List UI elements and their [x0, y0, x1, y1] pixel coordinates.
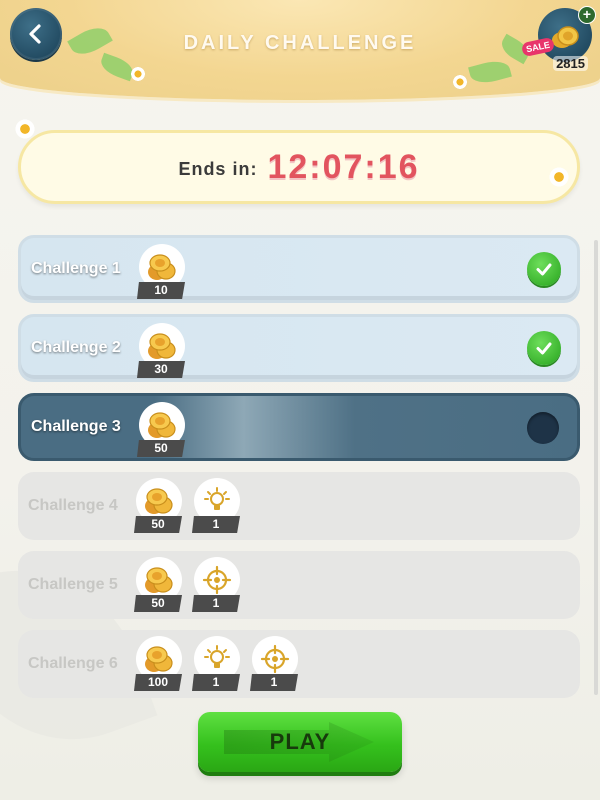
checkmark-icon [527, 252, 561, 286]
reward-item: 1 [250, 636, 298, 692]
reward-item: 1 [192, 478, 240, 534]
reward-item: 1 [192, 636, 240, 692]
page-title: DAILY CHALLENGE [183, 32, 417, 54]
play-button[interactable]: PLAY [198, 712, 402, 772]
flower-decoration [548, 166, 570, 188]
coin-balance: 2815 [553, 56, 588, 71]
checkmark-icon [527, 331, 561, 365]
leaf-decoration [468, 57, 512, 87]
challenge-label: Challenge 3 [31, 418, 121, 435]
challenge-row[interactable]: Challenge 2 30 [18, 314, 580, 382]
reward-amount: 30 [137, 361, 185, 378]
reward-amount: 1 [192, 595, 240, 612]
timer-label: Ends in: [178, 158, 258, 179]
challenge-row[interactable]: Challenge 6 100 1 1 [18, 630, 580, 698]
reward-amount: 50 [134, 516, 182, 533]
flower-decoration [452, 74, 468, 90]
challenge-label: Challenge 1 [31, 260, 121, 277]
challenge-row[interactable]: Challenge 1 10 [18, 235, 580, 303]
reward-amount: 50 [134, 595, 182, 612]
reward-amount: 10 [137, 282, 185, 299]
reward-item: 50 [134, 557, 182, 613]
reward-item: 30 [137, 323, 185, 379]
reward-amount: 1 [250, 674, 298, 691]
flower-decoration [130, 66, 146, 82]
challenge-timer: Ends in: 12:07:16 [18, 130, 580, 204]
play-button-label: PLAY [269, 729, 331, 754]
challenge-label: Challenge 2 [31, 339, 121, 356]
timer-countdown: 12:07:16 [267, 147, 420, 186]
plus-icon[interactable]: + [578, 6, 596, 24]
challenge-row[interactable]: Challenge 3 50 [18, 393, 580, 461]
challenge-label: Challenge 5 [28, 576, 118, 593]
reward-amount: 1 [192, 674, 240, 691]
reward-item: 50 [134, 478, 182, 534]
reward-item: 10 [137, 244, 185, 300]
challenge-label: Challenge 6 [28, 655, 118, 672]
reward-amount: 50 [137, 440, 185, 457]
reward-amount: 1 [192, 516, 240, 533]
scrollbar[interactable] [594, 240, 598, 695]
reward-item: 50 [137, 402, 185, 458]
challenge-label: Challenge 4 [28, 497, 118, 514]
reward-item: 100 [134, 636, 182, 692]
reward-item: 1 [192, 557, 240, 613]
reward-amount: 100 [134, 674, 182, 691]
pending-status-icon [527, 412, 559, 444]
challenge-row[interactable]: Challenge 5 50 1 [18, 551, 580, 619]
challenge-row[interactable]: Challenge 4 50 1 [18, 472, 580, 540]
